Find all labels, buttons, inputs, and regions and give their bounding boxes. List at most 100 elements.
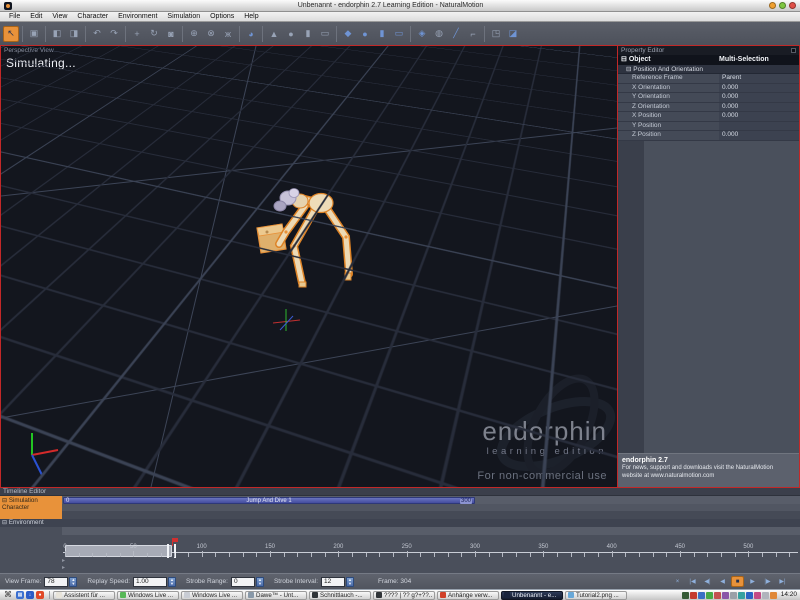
shape-capsule-blue-button[interactable]: ▭ xyxy=(391,26,407,42)
tray-icon-8[interactable] xyxy=(737,591,745,599)
property-row-x-orientation[interactable]: X Orientation 0.000 xyxy=(618,83,799,93)
title-bar[interactable]: Unbenannt - endorphin 2.7 Learning Editi… xyxy=(0,0,800,12)
track-row-environment[interactable] xyxy=(62,519,800,527)
view-frame-spinner[interactable]: ▲ ▼ xyxy=(69,576,78,587)
close-icon[interactable] xyxy=(791,48,796,53)
property-value[interactable]: 0.000 xyxy=(719,93,799,102)
strobe-range-input[interactable]: 0 xyxy=(230,576,255,587)
app-icon[interactable] xyxy=(4,1,12,10)
camera-tool-button[interactable]: ◙ xyxy=(163,26,179,42)
task-button-4[interactable]: Dawe™ - Unt... xyxy=(245,590,307,600)
quicklaunch-1[interactable]: ▦ xyxy=(16,591,24,599)
shape-cylinder-button[interactable]: ▮ xyxy=(300,26,316,42)
maximize-button[interactable] xyxy=(779,2,786,9)
minimize-button[interactable] xyxy=(769,2,776,9)
select-tool-button[interactable]: ↖ xyxy=(3,25,19,42)
quicklaunch-3[interactable]: ● xyxy=(36,591,44,599)
remove-constraint-button[interactable]: ⊗ xyxy=(203,26,219,42)
step-forward-button[interactable]: |▶ xyxy=(761,576,774,587)
loop-button[interactable]: × xyxy=(671,576,684,587)
property-row-z-position[interactable]: Z Position 0.000 xyxy=(618,131,799,141)
close-button[interactable] xyxy=(789,2,796,9)
track-label-environment[interactable]: ⊟ Environment xyxy=(0,519,62,527)
undo-button[interactable]: ↶ xyxy=(89,26,105,42)
property-editor-titlebar[interactable]: Property Editor xyxy=(618,46,799,55)
expander-icon[interactable]: ⊟ xyxy=(626,66,631,73)
property-value[interactable]: 0.000 xyxy=(719,83,799,92)
property-value[interactable] xyxy=(719,121,799,130)
redo-button[interactable]: ↷ xyxy=(106,26,122,42)
replay-speed-input[interactable]: 1.00 xyxy=(133,576,168,587)
shape-cylinder-blue-button[interactable]: ▮ xyxy=(374,26,390,42)
task-button-9[interactable]: Tutorial2.png ... xyxy=(565,590,627,600)
property-value[interactable]: 0.000 xyxy=(719,102,799,111)
shape-capsule-button[interactable]: ▭ xyxy=(317,26,333,42)
timeline-editor-titlebar[interactable]: Timeline Editor xyxy=(0,488,800,496)
property-row-x-position[interactable]: X Position 0.000 xyxy=(618,112,799,122)
menu-environment[interactable]: Environment xyxy=(113,12,162,22)
task-button-8[interactable]: Unbenannt - e... xyxy=(501,590,563,600)
task-button-1[interactable]: Assistent für ... xyxy=(53,590,115,600)
property-row-z-orientation[interactable]: Z Orientation 0.000 xyxy=(618,102,799,112)
play-reverse-button[interactable]: ◀ xyxy=(716,576,729,587)
strobe-interval-input[interactable]: 12 xyxy=(321,576,346,587)
menu-edit[interactable]: Edit xyxy=(25,12,47,22)
expander-icon[interactable]: ⊟ xyxy=(2,519,7,526)
task-button-5[interactable]: Schnittlauch -... xyxy=(309,590,371,600)
range-marker-icon[interactable]: ▸ xyxy=(62,565,65,571)
quicklaunch-2[interactable]: ↓ xyxy=(26,591,34,599)
object-column-header[interactable]: ⊟ Object xyxy=(618,55,719,65)
rotate-tool-button[interactable]: ↻ xyxy=(146,26,162,42)
pen-tool-button[interactable]: ╱ xyxy=(448,26,464,42)
tray-icon-9[interactable] xyxy=(745,591,753,599)
tray-icon-5[interactable] xyxy=(713,591,721,599)
play-button[interactable]: ▶ xyxy=(746,576,759,587)
hammer-tool-button[interactable]: ⌐ xyxy=(465,26,481,42)
character-figure[interactable] xyxy=(273,188,353,288)
tray-icon-4[interactable] xyxy=(705,591,713,599)
shape-cone-button[interactable]: ▲ xyxy=(266,26,282,42)
tray-icon-10[interactable] xyxy=(753,591,761,599)
menu-character[interactable]: Character xyxy=(72,12,113,22)
property-value[interactable]: 0.000 xyxy=(719,131,799,140)
property-value[interactable]: Parent xyxy=(719,74,799,83)
character-lock-button[interactable]: ◪ xyxy=(505,26,521,42)
tray-icon-7[interactable] xyxy=(729,591,737,599)
shape-box-blue-button[interactable]: ◆ xyxy=(340,26,356,42)
go-to-start-button[interactable]: |◀ xyxy=(686,576,699,587)
menu-options[interactable]: Options xyxy=(205,12,239,22)
character-pose-button[interactable]: ж xyxy=(220,26,236,42)
perspective-viewport[interactable]: Perspective View Simulating... endorphin… xyxy=(1,46,618,487)
property-row-reference-frame[interactable]: Reference Frame Parent xyxy=(618,74,799,84)
strobe-range-spinner[interactable]: ▲ ▼ xyxy=(255,576,264,587)
task-button-7[interactable]: Anhänge verw... xyxy=(437,590,499,600)
replay-speed-spinner[interactable]: ▲ ▼ xyxy=(168,576,177,587)
task-button-6[interactable]: ???? | ?? g?+??... xyxy=(373,590,435,600)
view-frame-input[interactable]: 78 xyxy=(44,576,69,587)
head-select-button[interactable]: ◕ xyxy=(243,26,259,42)
lock-tool-button[interactable]: ◍ xyxy=(431,26,447,42)
tray-icon-6[interactable] xyxy=(721,591,729,599)
track-row-character-sub[interactable] xyxy=(62,504,800,511)
shape-sphere-blue-button[interactable]: ● xyxy=(357,26,373,42)
task-button-2[interactable]: Windows Live ... xyxy=(117,590,179,600)
save-button[interactable]: ▣ xyxy=(26,26,42,42)
strobe-interval-spinner[interactable]: ▲ ▼ xyxy=(346,576,355,587)
go-to-end-button[interactable]: ▶| xyxy=(776,576,789,587)
menu-simulation[interactable]: Simulation xyxy=(162,12,205,22)
property-value[interactable]: 0.000 xyxy=(719,112,799,121)
menu-help[interactable]: Help xyxy=(239,12,263,22)
tray-icon-12[interactable] xyxy=(769,591,777,599)
tray-icon-1[interactable] xyxy=(681,591,689,599)
property-row-y-orientation[interactable]: Y Orientation 0.000 xyxy=(618,93,799,103)
track-label-simulation-character[interactable]: ⊟ Simulation Character xyxy=(0,496,62,519)
shield-tool-button[interactable]: ◈ xyxy=(414,26,430,42)
expander-icon[interactable]: ⊟ xyxy=(621,56,627,63)
step-back-button[interactable]: ◀| xyxy=(701,576,714,587)
tray-icon-2[interactable] xyxy=(689,591,697,599)
range-marker-icon[interactable]: ▸ xyxy=(62,558,65,564)
task-button-3[interactable]: Windows Live ... xyxy=(181,590,243,600)
scrub-region[interactable] xyxy=(65,545,172,557)
tray-icon-11[interactable] xyxy=(761,591,769,599)
export-character-button[interactable]: ◨ xyxy=(66,26,82,42)
